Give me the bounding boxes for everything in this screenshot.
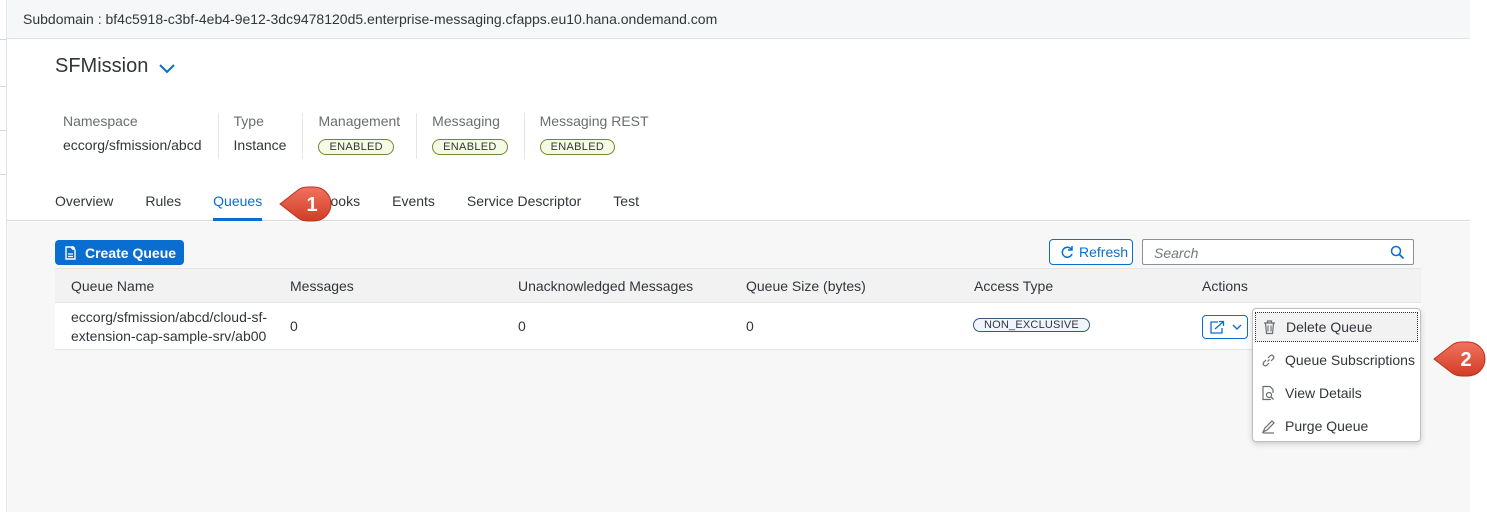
table-row[interactable]: eccorg/sfmission/abcd/cloud-sf- extensio… [55,303,1421,350]
status-badge: ENABLED [539,139,616,155]
callout-number: 2 [1460,349,1471,371]
actions-menu-button[interactable] [1202,315,1248,339]
queue-name-line: extension-cap-sample-srv/ab00 [71,328,267,344]
attr-messaging-rest: Messaging REST ENABLED [539,113,665,159]
page-title-text: SFMission [55,55,149,77]
attr-management: Management ENABLED [318,113,418,159]
chevron-down-icon[interactable] [158,63,176,75]
refresh-label: Refresh [1079,244,1129,260]
tab-service-descriptor[interactable]: Service Descriptor [467,191,581,221]
messages-count: 0 [290,318,298,334]
attr-namespace: Namespace eccorg/sfmission/abcd [63,113,219,159]
menu-item-label: Purge Queue [1285,418,1369,434]
table-header: Queue Name Messages Unacknowledged Messa… [55,268,1421,303]
header-attributes: Namespace eccorg/sfmission/abcd Type Ins… [63,113,680,159]
callout-marker-1: 1 [279,186,332,222]
create-document-icon [65,245,76,260]
attr-value: Instance [233,137,287,153]
status-badge: ENABLED [432,139,508,155]
queues-content: Create Queue Refresh Search Queue Name M… [7,222,1470,512]
refresh-button[interactable]: Refresh [1049,239,1133,265]
attr-messaging: Messaging ENABLED [432,113,525,159]
attr-value: eccorg/sfmission/abcd [63,137,202,153]
column-header: Messages [290,278,354,294]
queue-name: eccorg/sfmission/abcd/cloud-sf- extensio… [71,308,286,346]
menu-item-view-details[interactable]: View Details [1255,378,1418,408]
page-title[interactable]: SFMission [55,55,176,78]
subdomain-bar: Subdomain : bf4c5918-c3bf-4eb4-9e12-3dc9… [7,0,1470,39]
column-header: Access Type [974,278,1054,294]
attr-label: Namespace [63,113,138,129]
tab-queues[interactable]: Queues [213,191,263,221]
column-header: Unacknowledged Messages [518,278,694,294]
access-type-badge: NON_EXCLUSIVE [973,318,1090,332]
tab-bar: Overview Rules Queues Webhooks Events Se… [55,191,671,221]
attr-label: Management [318,113,401,129]
unacknowledged-count: 0 [518,318,526,334]
search-placeholder: Search [1154,245,1199,261]
left-rail [0,0,7,512]
search-input[interactable]: Search [1142,239,1414,265]
create-queue-button[interactable]: Create Queue [55,240,184,265]
attr-type: Type Instance [234,113,304,159]
tab-events[interactable]: Events [392,191,435,221]
actions-dropdown-menu: Delete Queue Queue Subscriptions View De… [1252,308,1421,442]
menu-item-purge-queue[interactable]: Purge Queue [1255,411,1418,441]
object-header: SFMission Namespace eccorg/sfmission/abc… [7,39,1470,221]
status-badge: ENABLED [318,139,394,155]
column-header: Actions [1202,278,1248,294]
chevron-down-icon [1232,324,1242,330]
column-header: Queue Size (bytes) [746,278,866,294]
tab-test[interactable]: Test [613,191,639,221]
refresh-icon [1061,246,1073,258]
menu-item-queue-subscriptions[interactable]: Queue Subscriptions [1255,345,1418,375]
create-queue-label: Create Queue [85,244,177,261]
attr-label: Type [233,113,264,129]
link-icon [1262,354,1275,366]
column-header: Queue Name [71,278,155,294]
menu-item-label: Delete Queue [1286,319,1373,335]
tab-overview[interactable]: Overview [55,191,113,221]
menu-item-label: Queue Subscriptions [1285,352,1415,368]
tab-rules[interactable]: Rules [145,191,181,221]
queue-size: 0 [746,318,754,334]
document-search-icon [1262,385,1274,401]
attr-label: Messaging [432,113,500,129]
share-icon [1210,320,1225,334]
eraser-icon [1261,419,1275,434]
menu-item-delete-queue[interactable]: Delete Queue [1255,312,1418,342]
menu-item-label: View Details [1285,385,1362,401]
trash-icon [1264,320,1275,335]
queue-name-line: eccorg/sfmission/abcd/cloud-sf- [71,309,268,325]
attr-label: Messaging REST [539,113,649,129]
callout-number: 1 [306,194,317,216]
search-icon[interactable] [1390,245,1405,260]
queues-table: Queue Name Messages Unacknowledged Messa… [55,268,1421,350]
callout-marker-2: 2 [1433,341,1486,377]
